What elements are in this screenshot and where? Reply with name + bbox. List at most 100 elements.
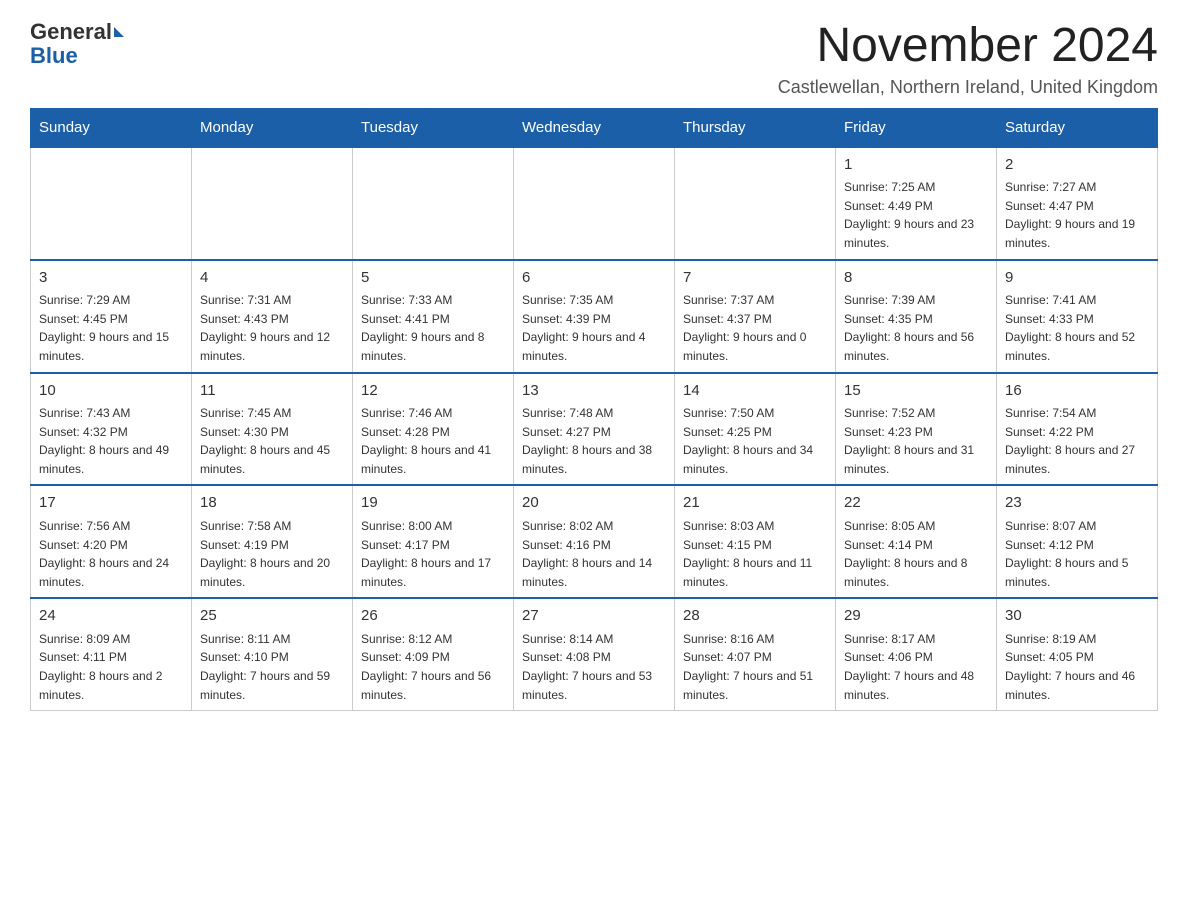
day-number: 9 <box>1005 267 1149 290</box>
day-info: Sunrise: 7:37 AM Sunset: 4:37 PM Dayligh… <box>683 291 827 365</box>
day-number: 30 <box>1005 605 1149 628</box>
day-info: Sunrise: 8:03 AM Sunset: 4:15 PM Dayligh… <box>683 517 827 591</box>
calendar-week-row: 3Sunrise: 7:29 AM Sunset: 4:45 PM Daylig… <box>31 260 1158 373</box>
day-number: 7 <box>683 267 827 290</box>
day-info: Sunrise: 7:29 AM Sunset: 4:45 PM Dayligh… <box>39 291 183 365</box>
logo: General Blue <box>30 20 124 68</box>
weekday-header-row: Sunday Monday Tuesday Wednesday Thursday… <box>31 108 1158 147</box>
day-number: 27 <box>522 605 666 628</box>
day-number: 2 <box>1005 154 1149 177</box>
calendar-table: Sunday Monday Tuesday Wednesday Thursday… <box>30 108 1158 711</box>
day-info: Sunrise: 7:27 AM Sunset: 4:47 PM Dayligh… <box>1005 178 1149 252</box>
table-row: 17Sunrise: 7:56 AM Sunset: 4:20 PM Dayli… <box>31 485 192 598</box>
day-info: Sunrise: 8:05 AM Sunset: 4:14 PM Dayligh… <box>844 517 988 591</box>
day-info: Sunrise: 7:50 AM Sunset: 4:25 PM Dayligh… <box>683 404 827 478</box>
day-number: 15 <box>844 380 988 403</box>
day-info: Sunrise: 7:54 AM Sunset: 4:22 PM Dayligh… <box>1005 404 1149 478</box>
day-info: Sunrise: 7:48 AM Sunset: 4:27 PM Dayligh… <box>522 404 666 478</box>
day-info: Sunrise: 7:56 AM Sunset: 4:20 PM Dayligh… <box>39 517 183 591</box>
day-number: 3 <box>39 267 183 290</box>
day-info: Sunrise: 7:39 AM Sunset: 4:35 PM Dayligh… <box>844 291 988 365</box>
page-header: General Blue November 2024 Castlewellan,… <box>30 20 1158 98</box>
table-row: 8Sunrise: 7:39 AM Sunset: 4:35 PM Daylig… <box>836 260 997 373</box>
day-number: 18 <box>200 492 344 515</box>
table-row: 24Sunrise: 8:09 AM Sunset: 4:11 PM Dayli… <box>31 598 192 710</box>
header-monday: Monday <box>192 108 353 147</box>
table-row: 21Sunrise: 8:03 AM Sunset: 4:15 PM Dayli… <box>675 485 836 598</box>
day-number: 17 <box>39 492 183 515</box>
table-row <box>353 147 514 260</box>
table-row: 22Sunrise: 8:05 AM Sunset: 4:14 PM Dayli… <box>836 485 997 598</box>
day-number: 4 <box>200 267 344 290</box>
day-info: Sunrise: 7:45 AM Sunset: 4:30 PM Dayligh… <box>200 404 344 478</box>
day-number: 8 <box>844 267 988 290</box>
day-info: Sunrise: 7:43 AM Sunset: 4:32 PM Dayligh… <box>39 404 183 478</box>
table-row: 1Sunrise: 7:25 AM Sunset: 4:49 PM Daylig… <box>836 147 997 260</box>
day-number: 26 <box>361 605 505 628</box>
day-number: 5 <box>361 267 505 290</box>
table-row <box>675 147 836 260</box>
day-number: 20 <box>522 492 666 515</box>
table-row: 3Sunrise: 7:29 AM Sunset: 4:45 PM Daylig… <box>31 260 192 373</box>
table-row: 29Sunrise: 8:17 AM Sunset: 4:06 PM Dayli… <box>836 598 997 710</box>
table-row: 23Sunrise: 8:07 AM Sunset: 4:12 PM Dayli… <box>997 485 1158 598</box>
table-row: 16Sunrise: 7:54 AM Sunset: 4:22 PM Dayli… <box>997 373 1158 486</box>
day-number: 6 <box>522 267 666 290</box>
title-section: November 2024 Castlewellan, Northern Ire… <box>778 20 1158 98</box>
day-number: 19 <box>361 492 505 515</box>
day-number: 13 <box>522 380 666 403</box>
day-info: Sunrise: 8:14 AM Sunset: 4:08 PM Dayligh… <box>522 630 666 704</box>
table-row: 11Sunrise: 7:45 AM Sunset: 4:30 PM Dayli… <box>192 373 353 486</box>
day-info: Sunrise: 7:25 AM Sunset: 4:49 PM Dayligh… <box>844 178 988 252</box>
calendar-week-row: 17Sunrise: 7:56 AM Sunset: 4:20 PM Dayli… <box>31 485 1158 598</box>
day-info: Sunrise: 8:17 AM Sunset: 4:06 PM Dayligh… <box>844 630 988 704</box>
header-tuesday: Tuesday <box>353 108 514 147</box>
day-info: Sunrise: 7:58 AM Sunset: 4:19 PM Dayligh… <box>200 517 344 591</box>
table-row: 20Sunrise: 8:02 AM Sunset: 4:16 PM Dayli… <box>514 485 675 598</box>
table-row: 18Sunrise: 7:58 AM Sunset: 4:19 PM Dayli… <box>192 485 353 598</box>
day-info: Sunrise: 8:00 AM Sunset: 4:17 PM Dayligh… <box>361 517 505 591</box>
day-info: Sunrise: 7:41 AM Sunset: 4:33 PM Dayligh… <box>1005 291 1149 365</box>
table-row: 14Sunrise: 7:50 AM Sunset: 4:25 PM Dayli… <box>675 373 836 486</box>
table-row: 13Sunrise: 7:48 AM Sunset: 4:27 PM Dayli… <box>514 373 675 486</box>
logo-general: General <box>30 20 112 44</box>
day-info: Sunrise: 7:35 AM Sunset: 4:39 PM Dayligh… <box>522 291 666 365</box>
table-row <box>192 147 353 260</box>
table-row: 26Sunrise: 8:12 AM Sunset: 4:09 PM Dayli… <box>353 598 514 710</box>
day-number: 22 <box>844 492 988 515</box>
day-info: Sunrise: 8:12 AM Sunset: 4:09 PM Dayligh… <box>361 630 505 704</box>
day-info: Sunrise: 8:16 AM Sunset: 4:07 PM Dayligh… <box>683 630 827 704</box>
day-info: Sunrise: 7:31 AM Sunset: 4:43 PM Dayligh… <box>200 291 344 365</box>
day-number: 14 <box>683 380 827 403</box>
table-row: 7Sunrise: 7:37 AM Sunset: 4:37 PM Daylig… <box>675 260 836 373</box>
header-friday: Friday <box>836 108 997 147</box>
table-row: 15Sunrise: 7:52 AM Sunset: 4:23 PM Dayli… <box>836 373 997 486</box>
table-row: 27Sunrise: 8:14 AM Sunset: 4:08 PM Dayli… <box>514 598 675 710</box>
day-info: Sunrise: 7:33 AM Sunset: 4:41 PM Dayligh… <box>361 291 505 365</box>
day-number: 29 <box>844 605 988 628</box>
table-row: 4Sunrise: 7:31 AM Sunset: 4:43 PM Daylig… <box>192 260 353 373</box>
table-row <box>514 147 675 260</box>
day-number: 23 <box>1005 492 1149 515</box>
header-sunday: Sunday <box>31 108 192 147</box>
table-row: 2Sunrise: 7:27 AM Sunset: 4:47 PM Daylig… <box>997 147 1158 260</box>
table-row: 28Sunrise: 8:16 AM Sunset: 4:07 PM Dayli… <box>675 598 836 710</box>
day-info: Sunrise: 8:11 AM Sunset: 4:10 PM Dayligh… <box>200 630 344 704</box>
day-number: 16 <box>1005 380 1149 403</box>
table-row: 9Sunrise: 7:41 AM Sunset: 4:33 PM Daylig… <box>997 260 1158 373</box>
table-row: 19Sunrise: 8:00 AM Sunset: 4:17 PM Dayli… <box>353 485 514 598</box>
day-info: Sunrise: 8:09 AM Sunset: 4:11 PM Dayligh… <box>39 630 183 704</box>
month-title: November 2024 <box>778 20 1158 73</box>
day-number: 1 <box>844 154 988 177</box>
table-row <box>31 147 192 260</box>
day-number: 11 <box>200 380 344 403</box>
logo-blue: Blue <box>30 44 78 68</box>
calendar-week-row: 24Sunrise: 8:09 AM Sunset: 4:11 PM Dayli… <box>31 598 1158 710</box>
table-row: 30Sunrise: 8:19 AM Sunset: 4:05 PM Dayli… <box>997 598 1158 710</box>
logo-arrow-icon <box>114 27 124 37</box>
calendar-week-row: 1Sunrise: 7:25 AM Sunset: 4:49 PM Daylig… <box>31 147 1158 260</box>
table-row: 25Sunrise: 8:11 AM Sunset: 4:10 PM Dayli… <box>192 598 353 710</box>
day-number: 24 <box>39 605 183 628</box>
day-info: Sunrise: 7:52 AM Sunset: 4:23 PM Dayligh… <box>844 404 988 478</box>
day-info: Sunrise: 7:46 AM Sunset: 4:28 PM Dayligh… <box>361 404 505 478</box>
